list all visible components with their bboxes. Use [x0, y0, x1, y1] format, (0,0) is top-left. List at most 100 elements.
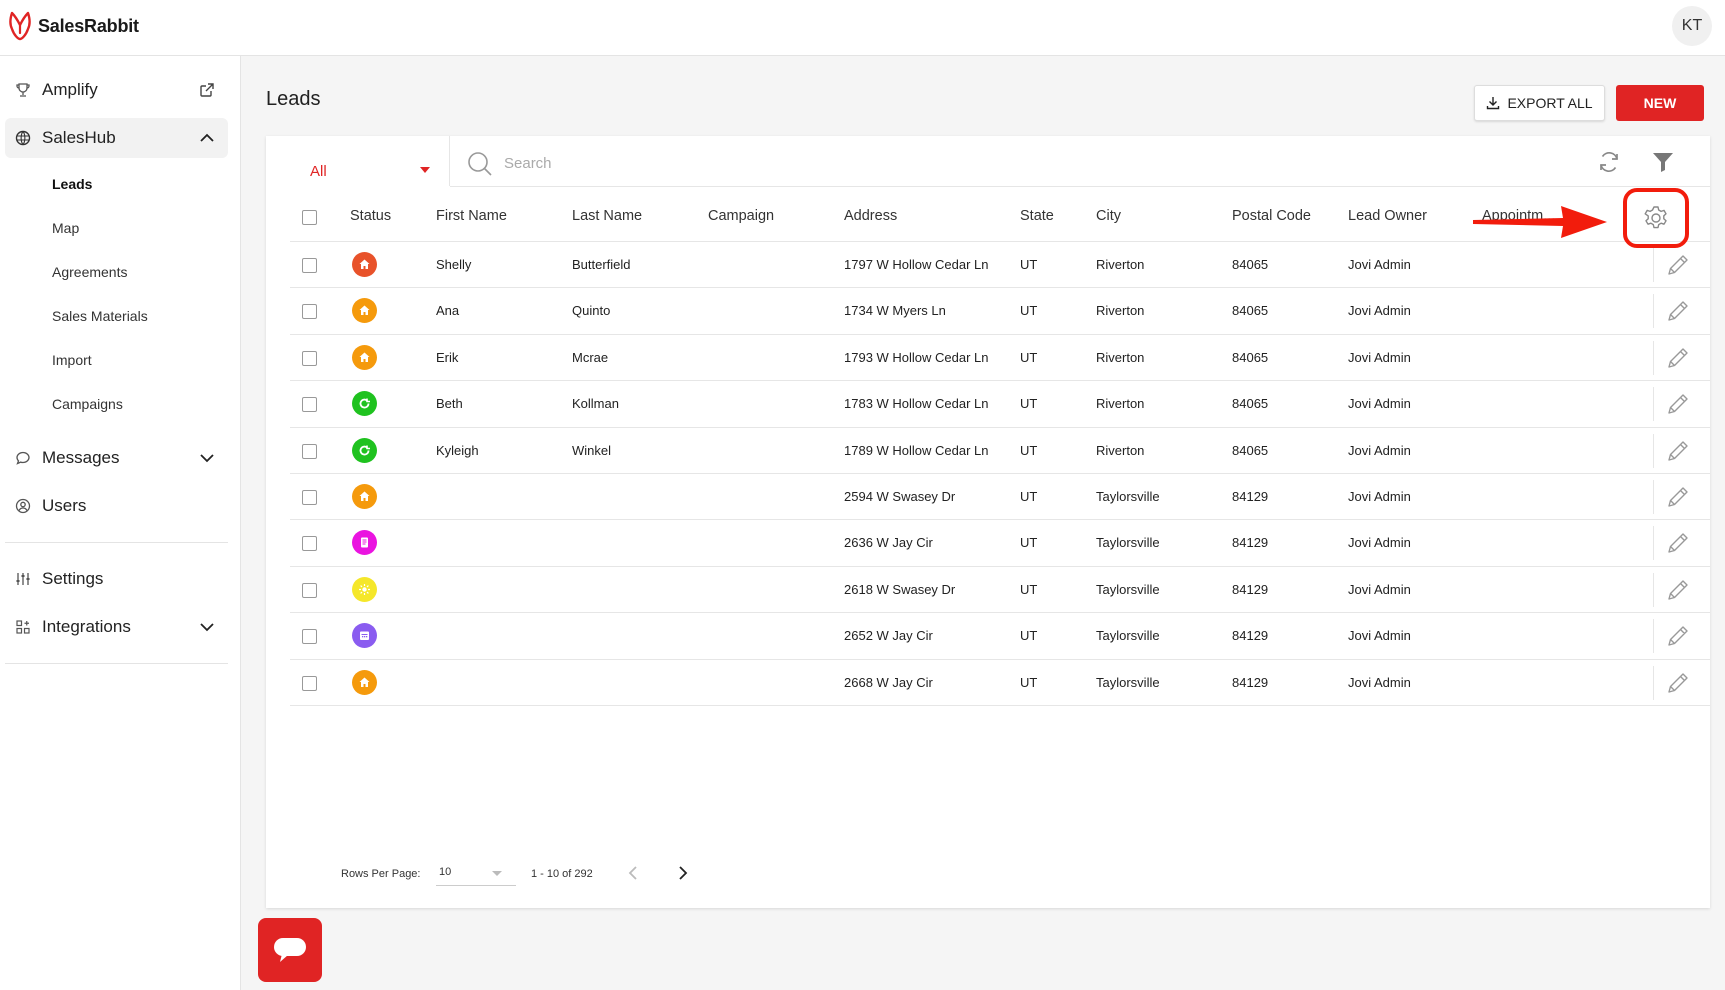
sidebar-item-amplify[interactable]: Amplify [5, 70, 228, 110]
column-header-postal-code[interactable]: Postal Code [1232, 208, 1311, 224]
row-checkbox[interactable] [302, 443, 317, 459]
sidebar-item-messages[interactable]: Messages [5, 438, 228, 478]
cell-address: 2618 W Swasey Dr [844, 581, 956, 597]
table-row[interactable]: 2652 W Jay Cir UT Taylorsville 84129 Jovi Ad… [290, 613, 1710, 660]
filter-icon[interactable] [1651, 150, 1675, 174]
sidebar-subitem-import[interactable]: Import [52, 352, 92, 368]
select-all-checkbox[interactable] [302, 210, 317, 225]
table-row[interactable]: Beth Kollman 1783 W Hollow Cedar Ln UT River… [290, 381, 1710, 428]
sidebar-subitem-campaigns[interactable]: Campaigns [52, 396, 123, 412]
cell-first-name: Ana [436, 303, 460, 319]
status-filter-select[interactable]: All [310, 156, 430, 186]
cell-address: 1783 W Hollow Cedar Ln [844, 396, 989, 412]
table-row[interactable]: 2618 W Swasey Dr UT Taylorsville 84129 Jovi … [290, 567, 1710, 614]
chevron-down-icon[interactable] [198, 449, 216, 467]
chevron-down-icon[interactable] [198, 618, 216, 636]
row-checkbox[interactable] [302, 304, 317, 320]
edit-pencil-icon[interactable] [1665, 623, 1691, 649]
rows-per-page-select[interactable]: 10 [436, 860, 516, 886]
edit-pencil-icon[interactable] [1665, 438, 1691, 464]
chevron-up-icon[interactable] [198, 129, 216, 147]
cell-postal-code: 84129 [1232, 628, 1269, 644]
top-bar: SalesRabbit KT [0, 0, 1725, 56]
annotation-arrow-icon [1473, 206, 1607, 238]
column-header-campaign[interactable]: Campaign [708, 208, 774, 224]
cell-lead-owner: Jovi Admin [1348, 628, 1411, 644]
row-checkbox[interactable] [302, 629, 317, 645]
edit-pencil-icon[interactable] [1665, 345, 1691, 371]
table-row[interactable]: 2668 W Jay Cir UT Taylorsville 84129 Jovi Ad… [290, 660, 1710, 706]
cell-address: 1734 W Myers Ln [844, 303, 946, 319]
row-checkbox[interactable] [302, 490, 317, 505]
sidebar-item-label: Messages [42, 448, 120, 467]
column-header-address[interactable]: Address [844, 208, 897, 224]
caret-down-icon [492, 871, 502, 876]
cell-state: UT [1020, 535, 1038, 551]
calendar-icon [358, 629, 371, 642]
search-input[interactable] [504, 155, 1104, 172]
app-logo[interactable]: SalesRabbit [8, 11, 139, 41]
home-icon [358, 304, 371, 317]
chat-widget-button[interactable] [258, 918, 322, 982]
sidebar-item-users[interactable]: Users [5, 486, 228, 526]
sidebar-subitem-sales-materials[interactable]: Sales Materials [52, 308, 148, 324]
gear-icon[interactable] [1642, 204, 1670, 232]
chat-bubble-icon [274, 938, 306, 962]
previous-page-icon[interactable] [624, 863, 644, 883]
cell-state: UT [1020, 349, 1038, 365]
cell-city: Riverton [1096, 349, 1145, 365]
edit-pencil-icon[interactable] [1665, 670, 1691, 696]
sidebar-item-label: Integrations [42, 617, 131, 636]
new-lead-button[interactable]: NEW [1616, 85, 1704, 121]
table-row[interactable]: Kyleigh Winkel 1789 W Hollow Cedar Ln UT Riv… [290, 428, 1710, 474]
sidebar-item-saleshub[interactable]: SalesHub [5, 118, 228, 158]
next-page-icon[interactable] [672, 863, 692, 883]
external-link-icon[interactable] [198, 81, 216, 99]
table-row[interactable]: Erik Mcrae 1793 W Hollow Cedar Ln UT Riverto… [290, 335, 1710, 382]
row-checkbox[interactable] [302, 350, 317, 366]
row-checkbox[interactable] [302, 258, 317, 273]
column-header-last-name[interactable]: Last Name [572, 208, 642, 224]
export-all-button[interactable]: EXPORT ALL [1474, 85, 1605, 121]
cell-state: UT [1020, 442, 1038, 458]
row-checkbox[interactable] [302, 582, 317, 598]
column-header-status[interactable]: Status [350, 208, 391, 224]
cell-last-name: Quinto [572, 303, 611, 319]
column-header-state[interactable]: State [1020, 208, 1054, 224]
cell-lead-owner: Jovi Admin [1348, 349, 1411, 365]
sidebar-item-label: Users [42, 496, 87, 515]
edit-pencil-icon[interactable] [1665, 252, 1691, 278]
sidebar-subitem-leads[interactable]: Leads [52, 176, 92, 192]
cell-last-name: Kollman [572, 396, 619, 412]
cell-first-name: Kyleigh [436, 442, 479, 458]
status-filter-value: All [310, 162, 327, 180]
row-checkbox[interactable] [302, 397, 317, 413]
column-header-first-name[interactable]: First Name [436, 208, 507, 224]
sidebar-subitem-agreements[interactable]: Agreements [52, 264, 127, 280]
row-checkbox[interactable] [302, 675, 317, 691]
cell-lead-owner: Jovi Admin [1348, 396, 1411, 412]
edit-pencil-icon[interactable] [1665, 484, 1691, 510]
table-row[interactable]: Shelly Butterfield 1797 W Hollow Cedar Ln U… [290, 242, 1710, 289]
trophy-icon [14, 81, 32, 99]
table-row[interactable]: 2594 W Swasey Dr UT Taylorsville 84129 Jovi … [290, 474, 1710, 521]
column-header-city[interactable]: City [1096, 208, 1121, 224]
user-circle-icon [14, 497, 32, 515]
cell-lead-owner: Jovi Admin [1348, 674, 1411, 690]
sidebar-item-integrations[interactable]: Integrations [5, 607, 228, 647]
table-row[interactable]: Ana Quinto 1734 W Myers Ln UT Riverton 84065 J… [290, 288, 1710, 335]
sidebar-subitem-map[interactable]: Map [52, 220, 79, 236]
user-avatar[interactable]: KT [1672, 6, 1712, 46]
row-action-divider [1653, 248, 1654, 282]
column-header-lead-owner[interactable]: Lead Owner [1348, 208, 1427, 224]
table-row[interactable]: 2636 W Jay Cir UT Taylorsville 84129 Jovi Ad… [290, 520, 1710, 567]
cell-postal-code: 84065 [1232, 257, 1269, 272]
edit-pencil-icon[interactable] [1665, 577, 1691, 603]
refresh-icon[interactable] [1597, 150, 1621, 174]
edit-pencil-icon[interactable] [1665, 391, 1691, 417]
edit-pencil-icon[interactable] [1665, 530, 1691, 556]
sidebar-item-settings[interactable]: Settings [5, 559, 228, 599]
edit-pencil-icon[interactable] [1665, 298, 1691, 324]
status-badge [352, 437, 377, 463]
row-checkbox[interactable] [302, 536, 317, 552]
